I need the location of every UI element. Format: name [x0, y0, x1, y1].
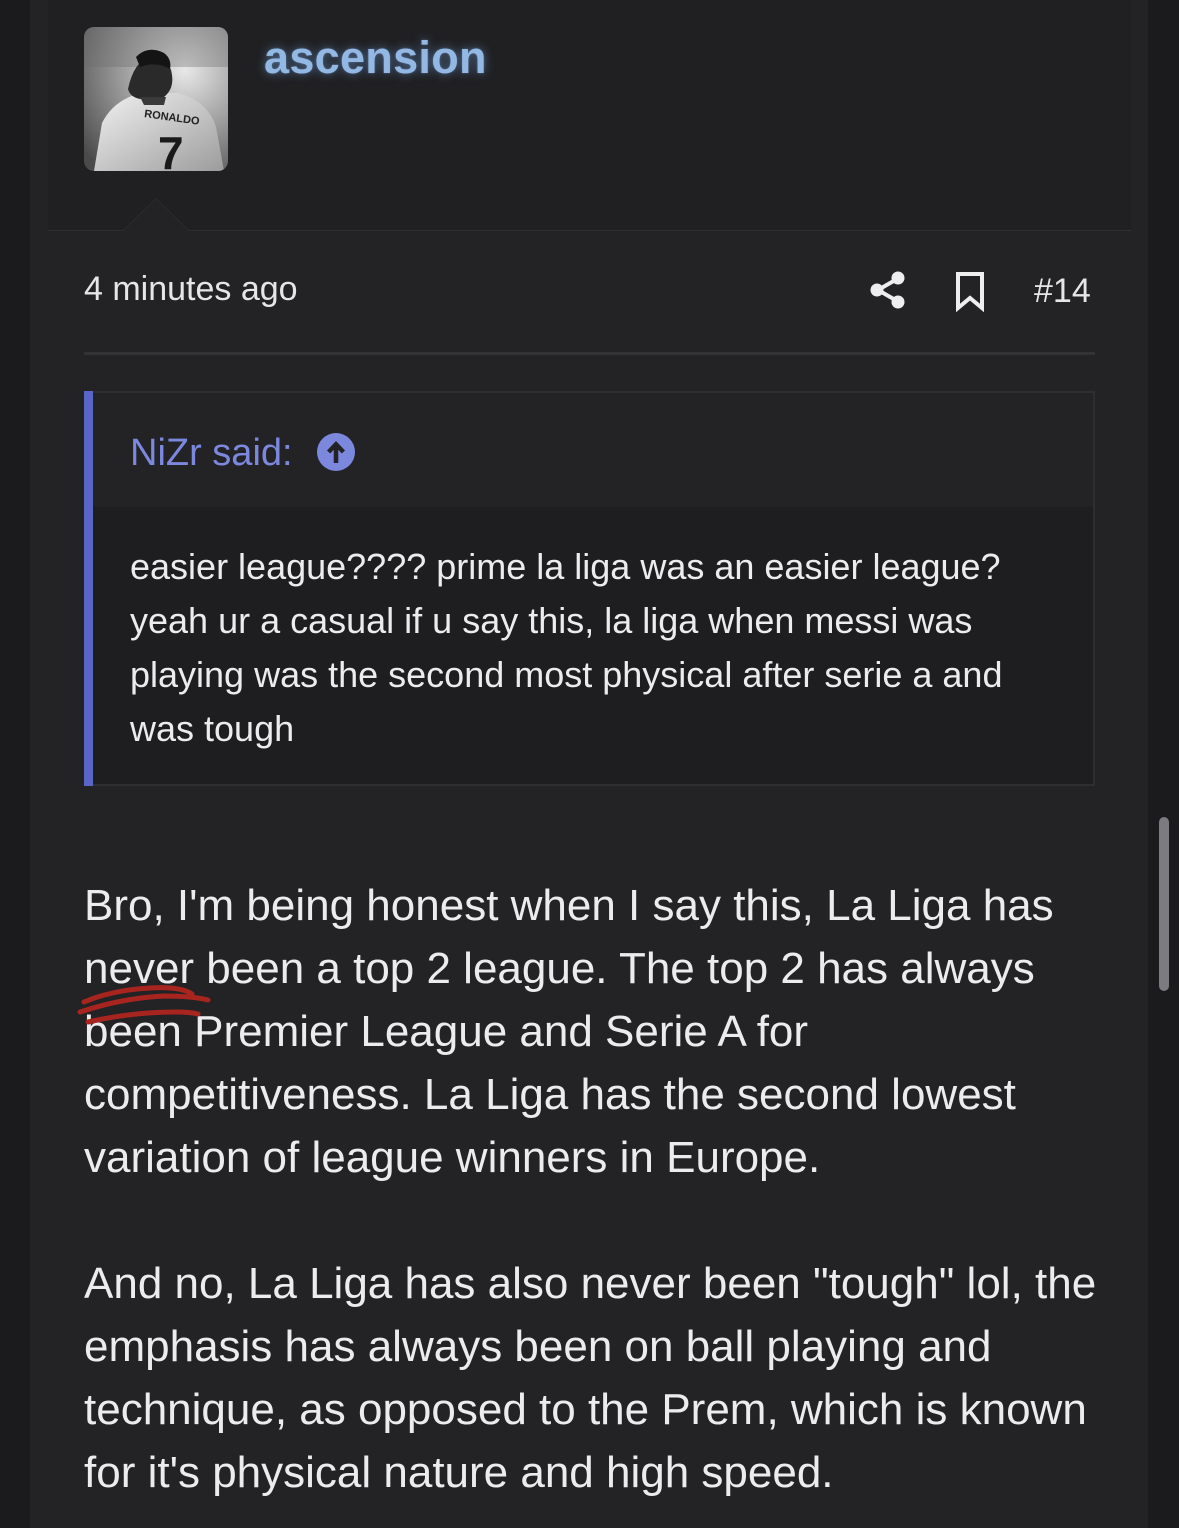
- quote-text: easier league???? prime la liga was an e…: [130, 546, 1003, 749]
- svg-text:7: 7: [158, 127, 184, 171]
- bookmark-button[interactable]: [952, 270, 988, 313]
- meta-divider: [84, 352, 1095, 355]
- user-panel-pointer-fill: [123, 199, 189, 231]
- username[interactable]: ascension: [264, 32, 487, 84]
- share-icon: [870, 271, 905, 309]
- avatar-photo-icon: RONALDO 7: [84, 27, 228, 171]
- underline-scribble: [77, 985, 211, 1025]
- share-button[interactable]: [868, 270, 908, 310]
- post-paragraph-2: And no, La Liga has also never been "tou…: [84, 1259, 1097, 1497]
- page: RONALDO 7 ascension 4 minutes ago #14 Ni…: [0, 0, 1179, 1528]
- avatar[interactable]: RONALDO 7: [84, 27, 228, 171]
- scrollbar-thumb[interactable]: [1159, 817, 1169, 991]
- post-timestamp[interactable]: 4 minutes ago: [84, 270, 298, 309]
- quote-jump-button[interactable]: [316, 432, 356, 472]
- quote-author-link[interactable]: NiZr said:: [130, 432, 293, 475]
- quote-accent-bar: [84, 391, 93, 786]
- bookmark-icon: [956, 272, 984, 313]
- post-paragraph-1: Bro, I'm being honest when I say this, L…: [84, 881, 1054, 1182]
- arrow-up-circle-icon: [317, 433, 355, 471]
- post-number-link[interactable]: #14: [1034, 272, 1091, 311]
